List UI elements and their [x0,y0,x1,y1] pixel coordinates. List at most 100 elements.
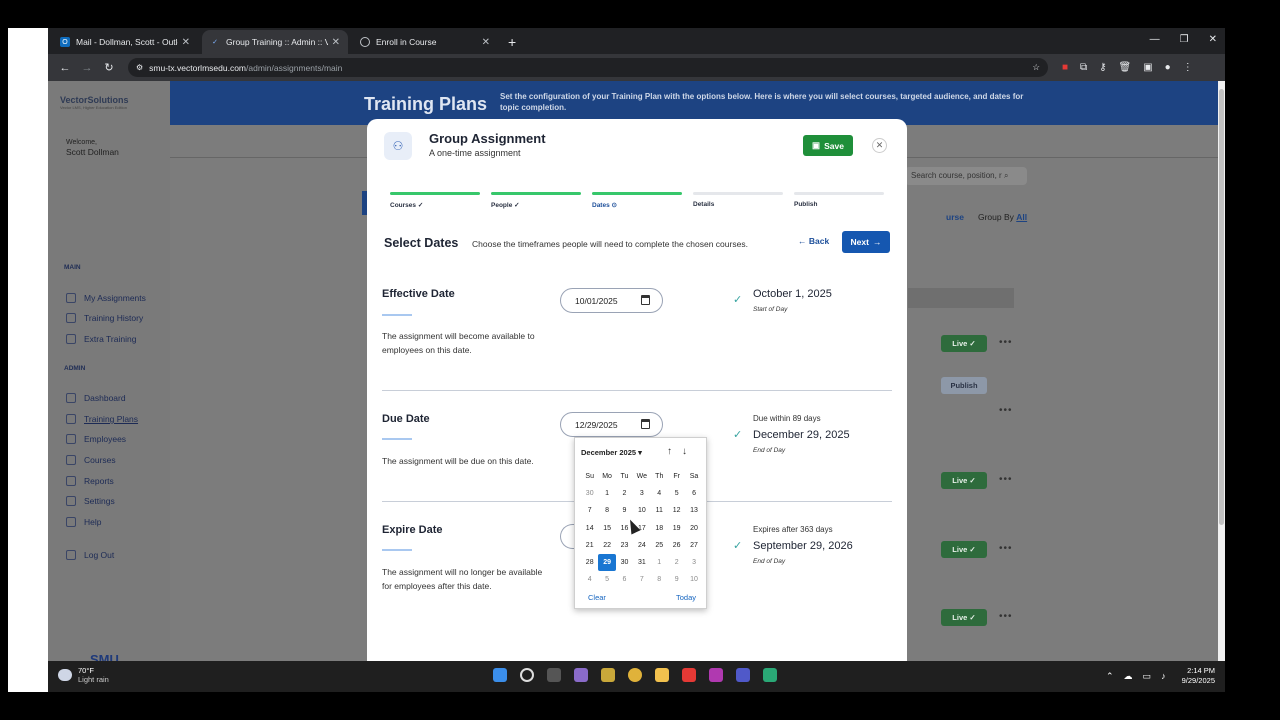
more-options-icon[interactable]: ••• [999,337,1013,348]
sidebar-item-reports[interactable]: Reports [66,476,114,486]
calendar-day[interactable]: 28 [581,554,598,571]
calendar-day[interactable]: 18 [651,520,668,537]
sidebar-item-logout[interactable]: Log Out [66,550,114,560]
sidebar-item-help[interactable]: Help [66,517,101,527]
calendar-day[interactable]: 6 [685,485,702,502]
close-tab-icon[interactable]: ✕ [482,37,490,48]
restore-icon[interactable]: ❐ [1180,34,1189,45]
app-icon[interactable] [709,668,723,682]
calendar-day[interactable]: 11 [651,502,668,519]
step-publish[interactable]: Publish [794,192,884,208]
effective-date-input[interactable]: 10/01/2025 [560,288,663,313]
calendar-day[interactable]: 4 [581,571,598,588]
close-tab-icon[interactable]: ✕ [332,37,340,48]
publish-badge[interactable]: Publish [941,377,987,394]
tab-enroll[interactable]: Enroll in Course ✕ [352,30,498,54]
calendar-day[interactable]: 9 [668,571,685,588]
calendar-day[interactable]: 22 [598,537,615,554]
key-icon[interactable]: ⚷ [1099,62,1106,73]
calendar-day[interactable]: 2 [668,554,685,571]
scrollbar-thumb[interactable] [1219,89,1224,525]
calendar-day[interactable]: 5 [598,571,615,588]
calendar-day[interactable]: 12 [668,502,685,519]
step-people[interactable]: People ✓ [491,192,581,209]
calendar-day[interactable]: 13 [685,502,702,519]
calendar-day[interactable]: 2 [616,485,633,502]
pdf-extension-icon[interactable]: ■ [1062,62,1068,73]
step-details[interactable]: Details [693,192,783,208]
photos-icon[interactable] [601,668,615,682]
calendar-day[interactable]: 5 [668,485,685,502]
calendar-icon[interactable] [641,295,650,305]
chevron-up-icon[interactable]: ⌃ [1106,671,1114,682]
vector-solutions-logo[interactable]: VectorSolutions Vector LMS, Higher Educat… [60,95,129,110]
calendar-day[interactable]: 26 [668,537,685,554]
calendar-day[interactable]: 3 [633,485,650,502]
more-options-icon[interactable]: ••• [999,611,1013,622]
sidebar-item-dashboard[interactable]: Dashboard [66,393,126,403]
more-options-icon[interactable]: ••• [999,405,1013,416]
new-tab-button[interactable]: + [508,30,516,54]
calendar-day[interactable]: 4 [651,485,668,502]
search-icon[interactable] [520,668,534,682]
calendar-icon[interactable] [641,419,650,429]
extensions-icon[interactable]: ⧉ [1080,62,1087,73]
back-button[interactable]: ← Back [798,236,829,246]
more-options-icon[interactable]: ••• [999,543,1013,554]
calendar-day[interactable]: 30 [616,554,633,571]
menu-icon[interactable]: ⋮ [1183,62,1193,73]
sidebar-item-extra-training[interactable]: Extra Training [66,334,136,344]
sidebar-item-my-assignments[interactable]: My Assignments [66,293,146,303]
teams-icon[interactable] [736,668,750,682]
background-group-by[interactable]: urse Group By All [946,212,1027,222]
month-selector[interactable]: December 2025 ▾ [581,448,642,457]
site-info-icon[interactable]: ⚙ [136,63,143,72]
file-explorer-icon[interactable] [655,668,669,682]
trash-icon[interactable]: 🗑 [1119,62,1132,73]
calendar-day[interactable]: 30 [581,485,598,502]
tab-group-training[interactable]: ✓ Group Training :: Admin :: Vecto ✕ [202,30,348,54]
calendar-day[interactable]: 8 [598,502,615,519]
calendar-day[interactable]: 24 [633,537,650,554]
step-courses[interactable]: Courses ✓ [390,192,480,209]
address-bar[interactable]: ⚙ smu-tx.vectorlmsedu.com/admin/assignme… [128,58,1048,77]
arrow-up-icon[interactable]: ↑ [667,446,672,457]
background-search-input[interactable]: Search course, position, r ⌕ [905,167,1027,185]
calendar-day[interactable]: 23 [616,537,633,554]
clock[interactable]: 2:14 PM 9/29/2025 [1178,666,1215,686]
calendar-day[interactable]: 3 [685,554,702,571]
calendar-day[interactable]: 7 [581,502,598,519]
close-tab-icon[interactable]: ✕ [182,37,190,48]
windows-start-icon[interactable] [493,668,507,682]
sidebar-item-settings[interactable]: Settings [66,496,115,506]
calendar-day-selected[interactable]: 29 [598,553,616,572]
tab-outlook[interactable]: O Mail - Dollman, Scott - Outlook ✕ [52,30,198,54]
calendar-day[interactable]: 6 [616,571,633,588]
step-dates[interactable]: Dates ⊙ [592,192,682,209]
onedrive-icon[interactable]: ☁ [1124,671,1133,682]
sidebar-item-training-plans[interactable]: Training Plans [66,414,138,424]
close-window-icon[interactable]: ✕ [1209,34,1217,45]
page-scrollbar[interactable] [1218,81,1225,661]
sidebar-item-training-history[interactable]: Training History [66,313,143,323]
due-date-input[interactable]: 12/29/2025 [560,412,663,437]
save-button[interactable]: ▣ Save [803,135,853,156]
calendar-day[interactable]: 21 [581,537,598,554]
today-button[interactable]: Today [676,593,696,602]
calendar-day[interactable]: 25 [651,537,668,554]
calendar-day[interactable]: 9 [616,502,633,519]
chrome-icon[interactable] [628,668,642,682]
bookmark-star-icon[interactable]: ☆ [1032,62,1040,73]
close-icon[interactable]: ✕ [872,138,887,153]
calendar-day[interactable]: 1 [651,554,668,571]
clear-button[interactable]: Clear [588,593,606,602]
snipping-tool-icon[interactable] [574,668,588,682]
network-icon[interactable]: ▭ [1143,671,1152,682]
calendar-day[interactable]: 14 [581,520,598,537]
more-options-icon[interactable]: ••• [999,474,1013,485]
minimize-icon[interactable]: — [1150,34,1160,45]
task-view-icon[interactable] [547,668,561,682]
forward-icon[interactable]: → [76,62,98,74]
calendar-day[interactable]: 1 [598,485,615,502]
weather-widget[interactable]: 70°F Light rain [58,666,109,684]
